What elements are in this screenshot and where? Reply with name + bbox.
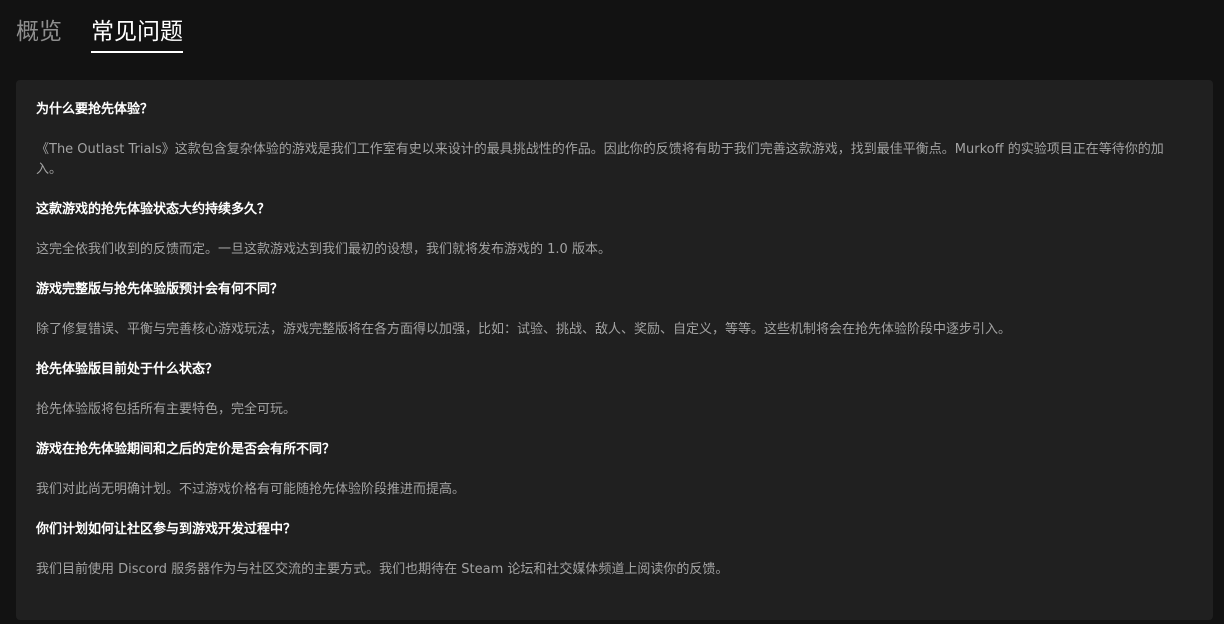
faq-question: 游戏在抢先体验期间和之后的定价是否会有所不同？	[36, 442, 336, 457]
faq-question: 这款游戏的抢先体验状态大约持续多久？	[36, 202, 271, 217]
tab-overview[interactable]: 概览	[16, 0, 62, 51]
faq-answer: 这完全依我们收到的反馈而定。一旦这款游戏达到我们最初的设想，我们就将发布游戏的 …	[36, 242, 611, 257]
tab-bar: 概览 常见问题	[16, 0, 212, 60]
faq-answer: 抢先体验版将包括所有主要特色，完全可玩。	[36, 402, 297, 417]
faq-question: 你们计划如何让社区参与到游戏开发过程中？	[36, 522, 297, 537]
faq-answer: 我们对此尚无明确计划。不过游戏价格有可能随抢先体验阶段推进而提高。	[36, 482, 466, 497]
faq-question: 游戏完整版与抢先体验版预计会有何不同？	[36, 282, 284, 297]
faq-answer: 除了修复错误、平衡与完善核心游戏玩法，游戏完整版将在各方面得以加强，比如：试验、…	[36, 322, 1012, 337]
faq-question: 抢先体验版目前处于什么状态？	[36, 362, 219, 377]
faq-answer: 《The Outlast Trials》这款包含复杂体验的游戏是我们工作室有史以…	[36, 142, 1164, 177]
faq-panel: 为什么要抢先体验？ 《The Outlast Trials》这款包含复杂体验的游…	[16, 80, 1213, 620]
tab-faq[interactable]: 常见问题	[91, 0, 183, 53]
faq-answer: 我们目前使用 Discord 服务器作为与社区交流的主要方式。我们也期待在 St…	[36, 562, 729, 577]
faq-question: 为什么要抢先体验？	[36, 102, 154, 117]
